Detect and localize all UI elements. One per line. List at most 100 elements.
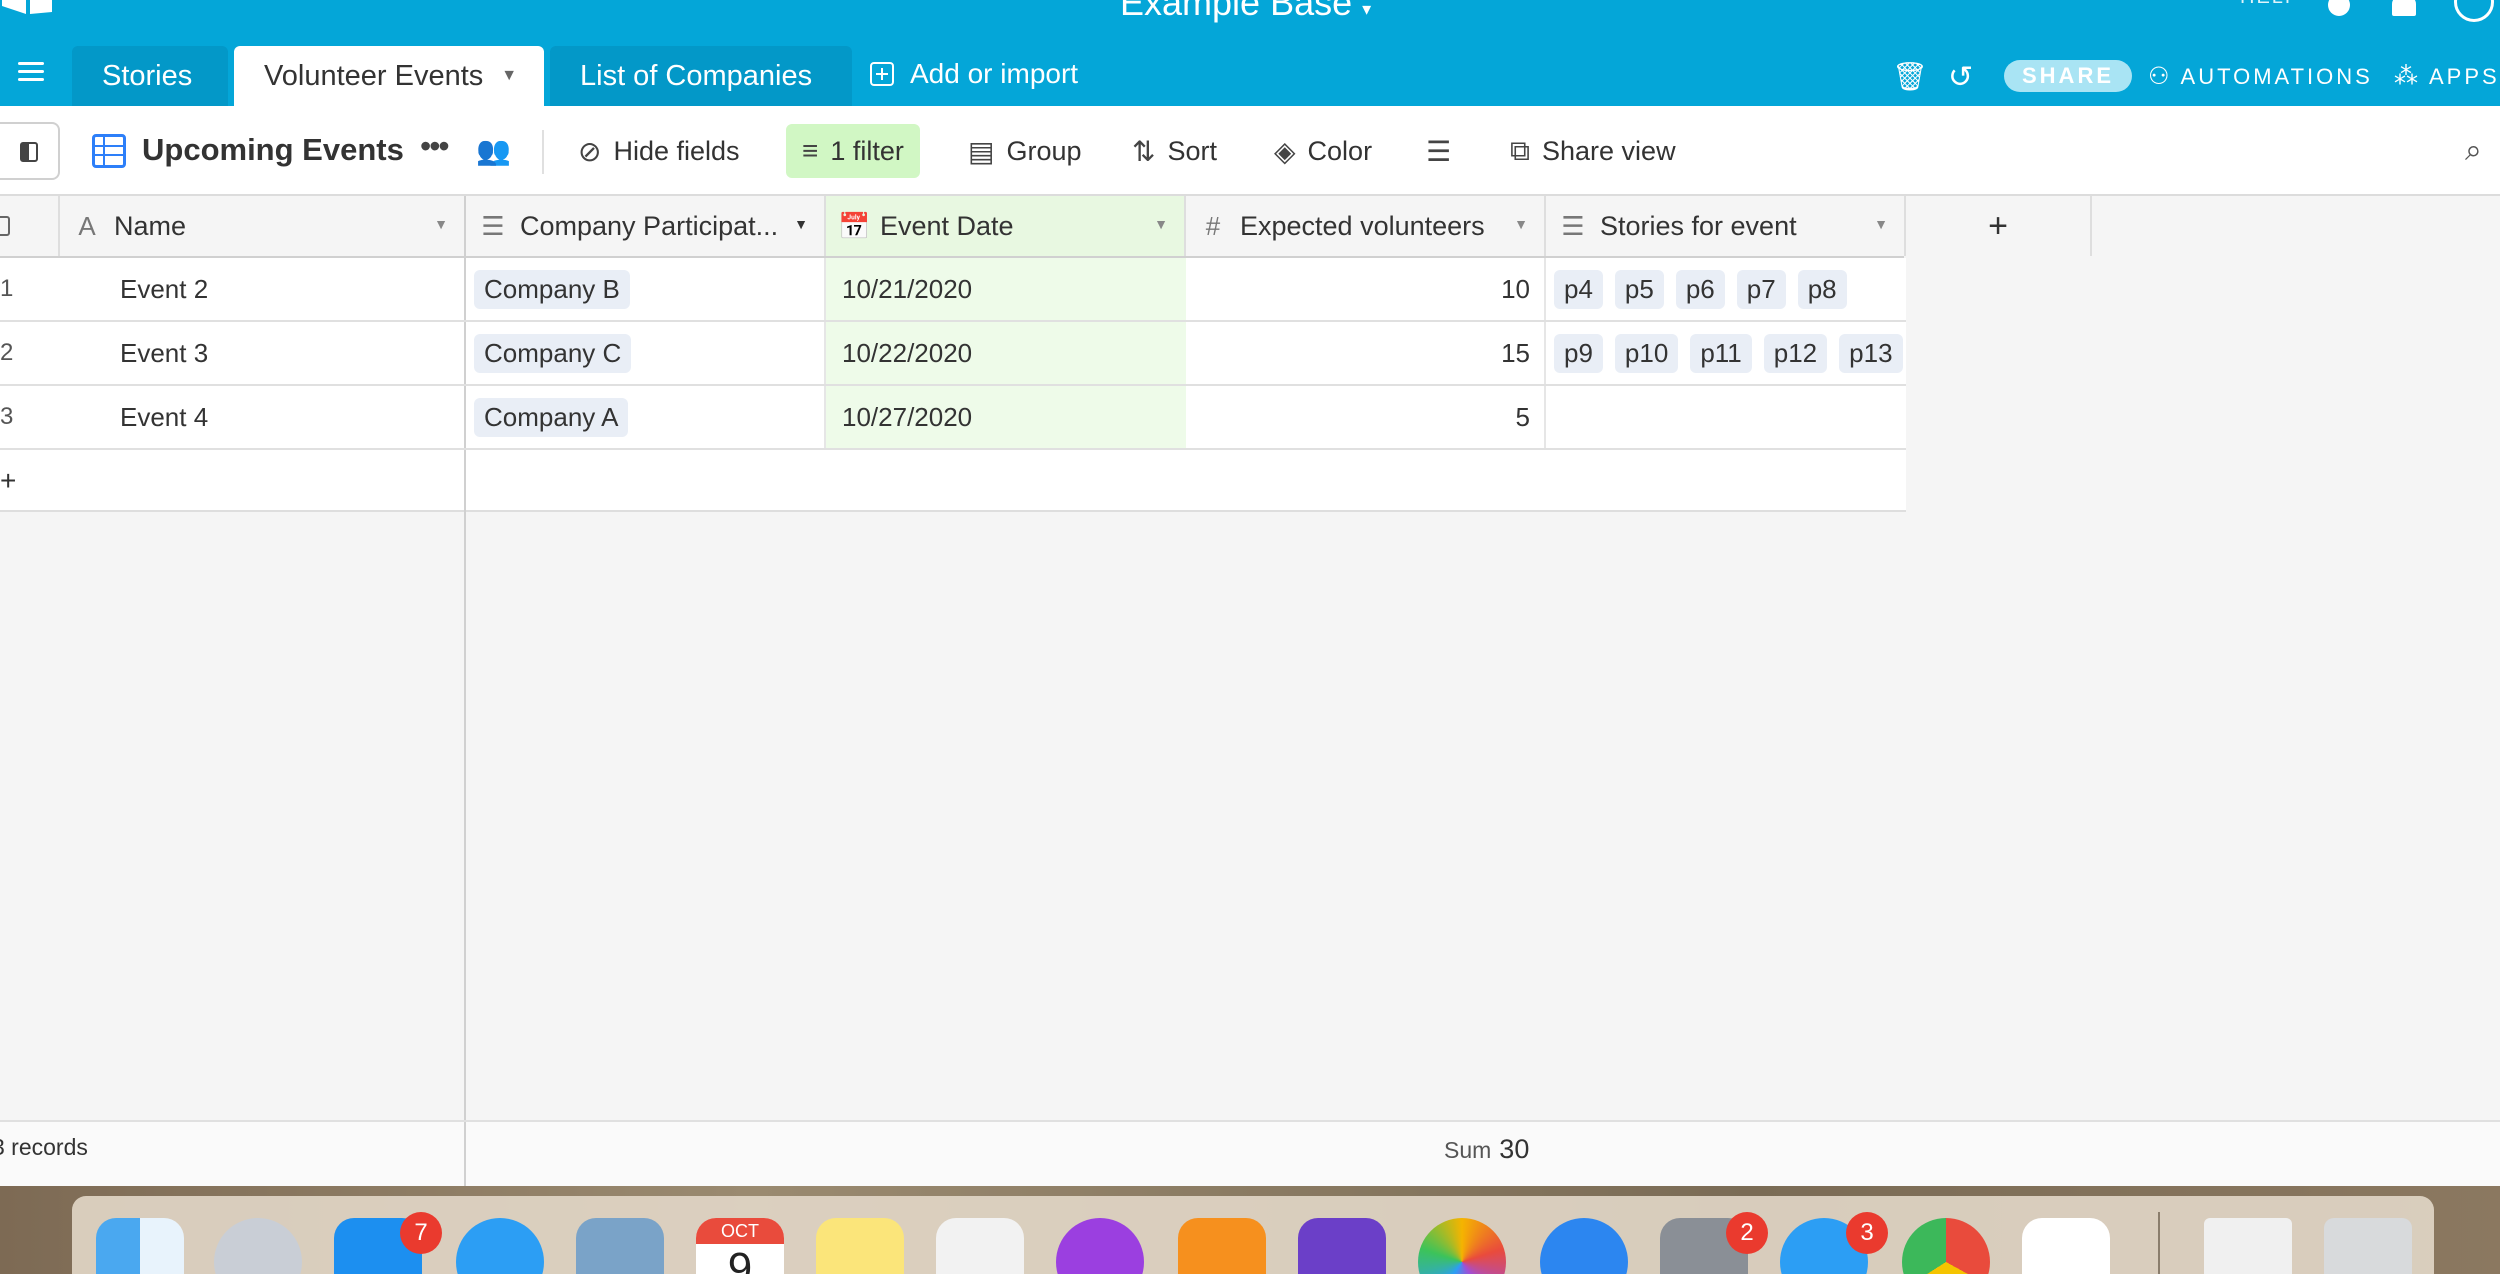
add-record-button[interactable]: + — [0, 450, 466, 512]
company-chip[interactable]: Company C — [474, 333, 632, 373]
bell-icon[interactable] — [2392, 0, 2416, 16]
name-cell[interactable]: 3 Event 4 — [0, 386, 466, 448]
chevron-down-icon[interactable]: ▼ — [1154, 216, 1168, 232]
add-record-row[interactable]: + — [0, 450, 1906, 512]
stories-cell[interactable]: p4 p5 p6 p7 p8 — [1546, 258, 1906, 320]
name-cell[interactable]: 2 Event 3 — [0, 322, 466, 384]
more-options-icon[interactable]: ••• — [420, 128, 450, 165]
column-header-company[interactable]: ☰ Company Participat... ▼ — [466, 196, 826, 256]
color-button[interactable]: ◈ Color — [1258, 124, 1388, 178]
trash-bin-icon[interactable] — [2324, 1218, 2412, 1274]
story-chip[interactable]: p12 — [1763, 333, 1828, 373]
chevron-down-icon[interactable]: ▼ — [501, 67, 517, 85]
calendar-icon: 📅 — [838, 210, 871, 241]
event-date-cell[interactable]: 10/21/2020 — [826, 258, 1186, 320]
tab-stories[interactable]: Stories — [72, 46, 228, 106]
volunteers-cell[interactable]: 5 — [1186, 386, 1546, 448]
chevron-down-icon[interactable]: ▼ — [1514, 216, 1528, 232]
share-view-button[interactable]: ⧉ Share view — [1494, 124, 1692, 178]
table-row[interactable]: 1 Event 2 Company B 10/21/2020 10 p4 p5 p6 p… — [0, 258, 1906, 322]
history-icon[interactable]: ↺ — [1948, 60, 1973, 95]
story-chip[interactable]: p6 — [1675, 269, 1725, 309]
table-row[interactable]: 3 Event 4 Company A 10/27/2020 5 — [0, 386, 1906, 450]
collaborators-icon[interactable]: 👥 — [476, 134, 511, 167]
volunteers-cell[interactable]: 10 — [1186, 258, 1546, 320]
tab-label: Stories — [102, 59, 193, 92]
story-chip[interactable]: p9 — [1554, 333, 1603, 373]
volunteers-value: 10 — [1501, 273, 1530, 304]
row-height-icon: ☰ — [1426, 135, 1452, 167]
grid-view-icon — [92, 134, 126, 168]
apps-button[interactable]: ⁂ APPS — [2394, 62, 2500, 91]
search-icon[interactable]: ⌕ — [2465, 134, 2482, 168]
help-link[interactable]: HELP — [2240, 0, 2300, 9]
share-button[interactable]: SHARE — [2004, 60, 2133, 92]
chevron-down-icon[interactable]: ▼ — [434, 216, 448, 232]
column-header-name[interactable]: A Name ▼ — [60, 196, 466, 256]
row-height-button[interactable]: ☰ — [1410, 124, 1467, 178]
story-chip[interactable]: p5 — [1614, 269, 1664, 309]
dock-divider — [2158, 1212, 2160, 1274]
base-title[interactable]: Example Base ▾ — [1120, 0, 1371, 24]
company-chip[interactable]: Company A — [474, 397, 629, 437]
imovie-icon[interactable] — [1298, 1218, 1386, 1274]
sort-button[interactable]: ⇅ Sort — [1116, 124, 1233, 178]
event-date-cell[interactable]: 10/27/2020 — [826, 386, 1186, 448]
automations-button[interactable]: ⚇ AUTOMATIONS — [2148, 62, 2373, 91]
select-all-checkbox[interactable] — [0, 196, 60, 256]
chevron-down-icon[interactable]: ▼ — [794, 216, 808, 232]
plus-icon: + — [0, 465, 17, 496]
link-icon: ☰ — [481, 210, 505, 241]
company-cell[interactable]: Company A — [466, 386, 826, 448]
story-chip[interactable]: p4 — [1554, 269, 1603, 309]
calendar-month: OCT — [696, 1218, 784, 1244]
view-name[interactable]: Upcoming Events — [142, 132, 404, 168]
tab-list-of-companies[interactable]: List of Companies — [550, 46, 852, 106]
group-button[interactable]: ▤ Group — [952, 124, 1098, 178]
preview-icon[interactable] — [576, 1218, 664, 1274]
airtable-logo-icon[interactable] — [0, 0, 60, 14]
company-cell[interactable]: Company C — [466, 322, 826, 384]
finder-icon[interactable] — [96, 1218, 184, 1274]
volunteers-sum[interactable]: Sum 30 — [1444, 1134, 1529, 1165]
chevron-down-icon[interactable]: ▼ — [1874, 216, 1888, 232]
messenger-badge: 3 — [1846, 1212, 1888, 1254]
story-chip[interactable]: p8 — [1797, 269, 1847, 309]
external-link-icon: ⧉ — [1510, 134, 1530, 166]
info-icon[interactable] — [2328, 0, 2350, 16]
stories-cell[interactable] — [1546, 386, 1906, 448]
row-number: 2 — [0, 339, 14, 366]
document-stack-icon[interactable] — [2204, 1218, 2292, 1274]
sidebar-toggle-button[interactable] — [0, 122, 60, 180]
automations-label: AUTOMATIONS — [2180, 63, 2373, 89]
add-field-button[interactable]: + — [1906, 196, 2092, 256]
story-chip[interactable]: p7 — [1736, 269, 1786, 309]
calendar-icon[interactable]: OCT 9 — [696, 1218, 784, 1274]
company-chip[interactable]: Company B — [474, 269, 630, 309]
hide-fields-button[interactable]: ⊘ Hide fields — [562, 124, 756, 178]
event-date-cell[interactable]: 10/22/2020 — [826, 322, 1186, 384]
story-chip[interactable]: p11 — [1690, 333, 1752, 373]
filter-button[interactable]: ≡ 1 filter — [786, 124, 920, 178]
trash-icon[interactable]: 🗑 — [1892, 60, 1928, 93]
column-header-stories[interactable]: ☰ Stories for event ▼ — [1546, 196, 1906, 256]
avatar[interactable] — [2454, 0, 2494, 22]
summary-bar: 3 records Sum 30 — [0, 1120, 2500, 1188]
table-row[interactable]: 2 Event 3 Company C 10/22/2020 15 p9 p10 p1… — [0, 322, 1906, 386]
story-chip[interactable]: p13 — [1839, 333, 1903, 373]
books-icon[interactable] — [1178, 1218, 1266, 1274]
volunteers-cell[interactable]: 15 — [1186, 322, 1546, 384]
notes-icon[interactable] — [816, 1218, 904, 1274]
menu-icon[interactable] — [18, 62, 44, 82]
tab-volunteer-events[interactable]: Volunteer Events ▼ — [234, 46, 544, 106]
story-chip[interactable]: p10 — [1614, 333, 1679, 373]
slack-icon[interactable] — [2022, 1218, 2110, 1274]
stories-cell[interactable]: p9p10p11p12p13p1 — [1546, 322, 1906, 384]
name-cell[interactable]: 1 Event 2 — [0, 258, 466, 320]
add-or-import-button[interactable]: Add or import — [870, 58, 1078, 90]
column-header-expected-volunteers[interactable]: # Expected volunteers ▼ — [1186, 196, 1546, 256]
column-header-event-date[interactable]: 📅 Event Date ▼ — [826, 196, 1186, 256]
music-icon[interactable] — [936, 1218, 1024, 1274]
company-cell[interactable]: Company B — [466, 258, 826, 320]
chevron-down-icon: ▾ — [1362, 0, 1372, 19]
